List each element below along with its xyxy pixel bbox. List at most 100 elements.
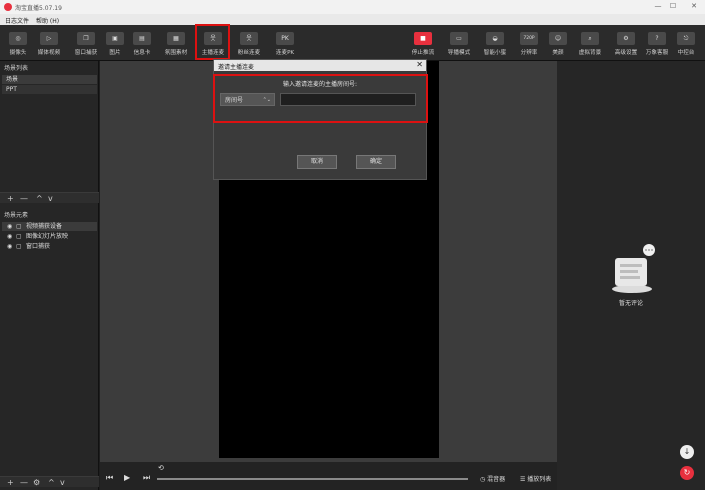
help-icon: ?	[648, 32, 666, 45]
sources-title: 场景元素	[4, 212, 29, 219]
dialog-title: 邀请主播连麦	[218, 64, 255, 71]
source-item[interactable]: ◉ ▢ 图像幻灯片放映	[2, 232, 97, 241]
tool-label: 停止推流	[411, 50, 435, 56]
empty-comments-icon	[612, 244, 655, 293]
tool-label: 媒体视频	[37, 50, 61, 56]
source-up-button[interactable]: ^	[48, 477, 55, 488]
source-label: 视频捕获设备	[26, 223, 63, 230]
virtual-bg-icon: ⌕	[581, 32, 599, 45]
tool-label: 美颜	[552, 50, 564, 56]
tool-label: 摄像头	[9, 50, 27, 56]
menu-help[interactable]: 帮助 (H)	[36, 16, 59, 25]
stop-icon: ■	[414, 32, 432, 45]
tool-link-pk[interactable]: PK 连麦PK	[268, 25, 302, 61]
scene-item[interactable]: 场景	[2, 75, 97, 84]
previous-icon[interactable]: ⏮	[106, 473, 113, 483]
loop-icon[interactable]: ⟲	[158, 464, 164, 472]
tool-label: 虚拟背景	[578, 50, 602, 56]
eye-icon[interactable]: ◉	[7, 242, 12, 251]
comments-panel: 暂无评论 ↓ ↻	[557, 61, 705, 490]
next-icon[interactable]: ⏭	[143, 473, 150, 483]
grid-icon: ▦	[167, 32, 185, 45]
refresh-icon[interactable]: ↻	[680, 466, 694, 480]
tool-label: 智能小蜜	[483, 50, 507, 56]
settings-icon: ⚙	[617, 32, 635, 45]
camera-icon: ◎	[9, 32, 27, 45]
confirm-button[interactable]: 确定	[356, 155, 396, 169]
source-label: 图像幻灯片放映	[26, 233, 69, 240]
lock-icon[interactable]: ▢	[16, 222, 22, 231]
close-icon[interactable]: ✕	[416, 60, 423, 69]
add-scene-button[interactable]: +	[7, 193, 14, 204]
app-window: 淘宝直播5.07.19 — ☐ ✕ 日志文件 帮助 (H) ◎ 摄像头 ▷ 媒体视频…	[0, 0, 705, 490]
window-icon: ❐	[77, 32, 95, 45]
tool-label: 导播模式	[447, 50, 471, 56]
highlight-box-room-input	[213, 74, 428, 123]
dialog-header: 邀请主播连麦 ✕	[214, 60, 426, 71]
maximize-button[interactable]: ☐	[667, 2, 679, 10]
beauty-icon: ☺	[549, 32, 567, 45]
highlight-box-host-link	[195, 24, 230, 60]
tool-label: 粉丝连麦	[237, 50, 261, 56]
lock-icon[interactable]: ▢	[16, 232, 22, 241]
source-toolbar: + — ⚙ ^ v	[0, 476, 99, 487]
empty-comments-text: 暂无评论	[618, 300, 643, 307]
scenes-title: 场景列表	[4, 65, 29, 72]
toolbar: ◎ 摄像头 ▷ 媒体视频 ❐ 窗口捕获 ▣ 图片 ▤ 信息卡 ▦ 氛围素材 웃 主播连麦 웃粉…	[0, 25, 705, 61]
assistant-icon: ◒	[486, 32, 504, 45]
left-panel: 场景列表 场景 PPT + — ^ v 场景元素 ◉ ▢ 视频捕获设备 ◉ ▢ 图像幻灯…	[0, 61, 99, 490]
tool-stop-stream[interactable]: ■ 停止推流	[406, 25, 440, 61]
tool-beauty[interactable]: ☺ 美颜	[541, 25, 575, 61]
console-icon: ⎋	[677, 32, 695, 45]
player-bar: ⏮ ▶ ⏭ ⟲ ◷ 混音器 ☰ 播放列表	[100, 462, 557, 490]
cancel-button[interactable]: 取消	[297, 155, 337, 169]
add-source-button[interactable]: +	[7, 477, 14, 488]
tool-label: 氛围素材	[164, 50, 188, 56]
scene-up-button[interactable]: ^	[36, 193, 43, 204]
tool-label: 中控台	[677, 50, 695, 56]
tool-smart-assistant[interactable]: ◒ 智能小蜜	[478, 25, 512, 61]
pk-icon: PK	[276, 32, 294, 45]
source-settings-button[interactable]: ⚙	[33, 477, 40, 488]
source-item[interactable]: ◉ ▢ 窗口捕获	[2, 242, 97, 251]
tool-label: 连麦PK	[275, 50, 295, 56]
tool-virtual-bg[interactable]: ⌕ 虚拟背景	[573, 25, 607, 61]
tool-info-card[interactable]: ▤ 信息卡	[125, 25, 159, 61]
window-title: 淘宝直播5.07.19	[15, 5, 62, 12]
resolution-icon: 720P	[520, 32, 538, 45]
remove-source-button[interactable]: —	[20, 477, 28, 488]
progress-bar[interactable]	[157, 478, 468, 480]
play-icon[interactable]: ▶	[124, 473, 130, 482]
minimize-button[interactable]: —	[652, 2, 664, 10]
tool-director-mode[interactable]: ▭ 导播模式	[442, 25, 476, 61]
mixer-button[interactable]: ◷ 混音器	[480, 474, 505, 483]
play-icon: ▷	[40, 32, 58, 45]
fans-link-icon: 웃	[240, 32, 258, 45]
eye-icon[interactable]: ◉	[7, 222, 12, 231]
remove-scene-button[interactable]: —	[20, 193, 28, 204]
tool-atmosphere[interactable]: ▦ 氛围素材	[159, 25, 193, 61]
app-logo-icon	[4, 3, 12, 11]
source-item[interactable]: ◉ ▢ 视频捕获设备	[2, 222, 97, 231]
eye-icon[interactable]: ◉	[7, 232, 12, 241]
tool-console[interactable]: ⎋ 中控台	[669, 25, 703, 61]
tool-media-video[interactable]: ▷ 媒体视频	[32, 25, 66, 61]
tool-label: 信息卡	[133, 50, 151, 56]
menu-log-files[interactable]: 日志文件	[5, 16, 29, 25]
menu-bar: 日志文件 帮助 (H)	[0, 14, 705, 25]
tool-camera[interactable]: ◎ 摄像头	[1, 25, 35, 61]
tool-advanced-settings[interactable]: ⚙ 高级设置	[609, 25, 643, 61]
card-icon: ▤	[133, 32, 151, 45]
download-icon[interactable]: ↓	[680, 445, 694, 459]
director-icon: ▭	[450, 32, 468, 45]
lock-icon[interactable]: ▢	[16, 242, 22, 251]
scene-toolbar: + — ^ v	[0, 192, 99, 203]
source-down-button[interactable]: v	[60, 477, 65, 488]
scene-item[interactable]: PPT	[2, 85, 97, 94]
tool-fan-link[interactable]: 웃 粉丝连麦	[232, 25, 266, 61]
scene-down-button[interactable]: v	[48, 193, 53, 204]
image-icon: ▣	[106, 32, 124, 45]
close-button[interactable]: ✕	[688, 2, 700, 10]
tool-label: 高级设置	[614, 50, 638, 56]
playlist-button[interactable]: ☰ 播放列表	[520, 474, 551, 483]
